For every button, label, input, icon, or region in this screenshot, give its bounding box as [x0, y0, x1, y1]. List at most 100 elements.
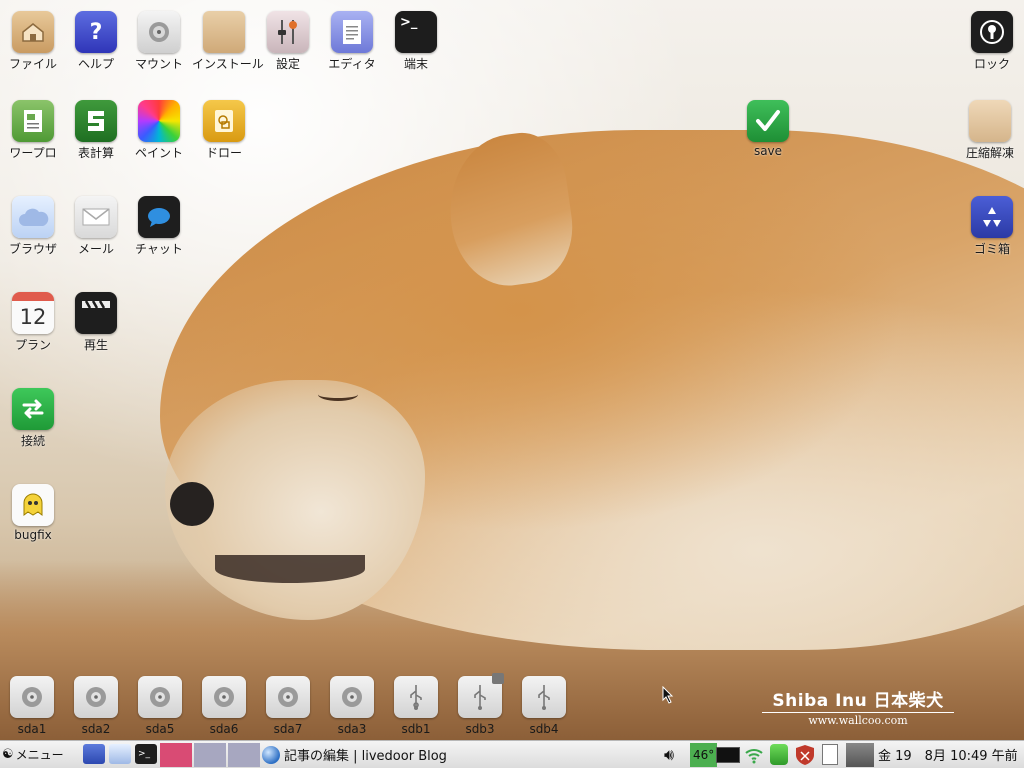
wallpaper-dog-mouth: [215, 555, 365, 583]
hard-drive-icon: [10, 676, 54, 718]
drive-label: sdb3: [465, 722, 495, 736]
desktop-icon-terminal[interactable]: >_ 端末: [384, 11, 448, 72]
ghost-icon: [12, 484, 54, 526]
cloud-browser-icon: [12, 196, 54, 238]
icon-label: インストール: [192, 57, 264, 71]
desktop-icon-lock[interactable]: ロック: [960, 11, 1024, 72]
drive-sda2[interactable]: sda2: [68, 676, 124, 736]
drive-sdb3[interactable]: sdb3: [452, 673, 508, 736]
drive-label: sda5: [145, 722, 175, 736]
hard-drive-icon: [330, 676, 374, 718]
recycle-bin-icon: [971, 196, 1013, 238]
desktop-icon-bugfix[interactable]: bugfix: [1, 484, 65, 542]
hard-drive-icon: [74, 676, 118, 718]
wallpaper-logo-title: Shiba Inu 日本柴犬: [772, 691, 944, 711]
settings-icon: [267, 11, 309, 53]
cpu-graph-icon: [846, 743, 874, 767]
desktop-icon-browser[interactable]: ブラウザ: [1, 196, 65, 257]
paint-icon: [138, 100, 180, 142]
wallpaper-logo-url: www.wallcoo.com: [762, 712, 954, 727]
drive-icon: [138, 11, 180, 53]
clipboard-icon[interactable]: [822, 744, 838, 765]
terminal-launcher-icon[interactable]: >_: [135, 744, 157, 764]
spreadsheet-icon: [75, 100, 117, 142]
drive-label: sda6: [209, 722, 239, 736]
desktop-icon-spreadsheet[interactable]: 表計算: [64, 100, 128, 161]
drive-sda3[interactable]: sda3: [324, 676, 380, 736]
lock-icon: [971, 11, 1013, 53]
browser-launcher-icon[interactable]: [109, 744, 131, 764]
drive-sdb1[interactable]: sdb1: [388, 676, 444, 736]
taskbar: ☯ メニュー >_ 記事の編集 | livedoor Blog 🔊︎ 46° 金…: [0, 740, 1024, 768]
archive-icon: [969, 100, 1011, 142]
drive-label: sdb4: [529, 722, 559, 736]
desktop-icon-mount[interactable]: マウント: [127, 11, 191, 72]
icon-label: ヘルプ: [77, 57, 114, 71]
drive-status-icon[interactable]: [770, 744, 788, 765]
drive-sdb4[interactable]: sdb4: [516, 676, 572, 736]
chat-icon: [138, 196, 180, 238]
usb-drive-icon: [522, 676, 566, 718]
icon-label: ゴミ箱: [973, 242, 1010, 256]
drive-sda5[interactable]: sda5: [132, 676, 188, 736]
desktop-icon-player[interactable]: 再生: [64, 292, 128, 353]
mail-icon: [75, 196, 117, 238]
icon-label: ロック: [973, 57, 1010, 71]
hard-drive-icon: [138, 676, 182, 718]
desktop-icon-connect[interactable]: 接続: [1, 388, 65, 449]
desktop-icon-wordprocessor[interactable]: ワープロ: [1, 100, 65, 161]
desktop-icon-mail[interactable]: メール: [64, 196, 128, 257]
icon-label: ブラウザ: [8, 242, 57, 256]
desktop-icon-install[interactable]: インストール: [192, 11, 264, 72]
icon-label: 再生: [83, 338, 108, 352]
word-processor-icon: [12, 100, 54, 142]
video-player-icon: [75, 292, 117, 334]
clock[interactable]: 金 19 8月 10:49 午前: [878, 741, 1018, 768]
desktop-icon-chat[interactable]: チャット: [127, 196, 191, 257]
volume-icon[interactable]: 🔊︎: [664, 741, 674, 768]
taskbar-window-button[interactable]: 記事の編集 | livedoor Blog: [262, 741, 532, 768]
show-desktop-icon[interactable]: [83, 744, 105, 764]
icon-label: save: [753, 144, 783, 158]
start-menu-icon: ☯: [2, 747, 14, 762]
drive-sda7[interactable]: sda7: [260, 676, 316, 736]
cpu-temperature: 46°: [690, 743, 718, 767]
start-menu-button[interactable]: ☯ メニュー: [2, 741, 64, 768]
package-icon: [203, 11, 245, 53]
desktop-icon-settings[interactable]: 設定: [256, 11, 320, 72]
desktop-icon-draw[interactable]: ドロー: [192, 100, 256, 161]
workspace-1[interactable]: [160, 743, 192, 767]
icon-label: エディタ: [328, 57, 376, 71]
workspace-3[interactable]: [228, 743, 260, 767]
icon-label: チャット: [135, 242, 183, 256]
start-menu-label: メニュー: [15, 748, 64, 762]
desktop-icon-archive[interactable]: 圧縮解凍: [958, 100, 1022, 161]
icon-label: bugfix: [14, 528, 52, 542]
icon-label: プラン: [14, 338, 51, 352]
icon-label: ペイント: [134, 146, 183, 160]
usb-drive-icon: [394, 676, 438, 718]
desktop-icon-trash[interactable]: ゴミ箱: [960, 196, 1024, 257]
icon-label: メール: [77, 242, 114, 256]
icon-label: ワープロ: [9, 146, 57, 160]
drive-label: sda3: [337, 722, 367, 736]
drive-sda6[interactable]: sda6: [196, 676, 252, 736]
drive-label: sdb1: [401, 722, 431, 736]
terminal-icon: >_: [395, 11, 437, 53]
desktop-icon-help[interactable]: ? ヘルプ: [64, 11, 128, 72]
desktop-icon-editor[interactable]: エディタ: [320, 11, 384, 72]
desktop-icon-save[interactable]: save: [736, 100, 800, 158]
wifi-icon[interactable]: [744, 741, 764, 768]
drive-sda1[interactable]: sda1: [4, 676, 60, 736]
desktop-icon-plan[interactable]: 12 プラン: [1, 292, 65, 353]
desktop-icon-paint[interactable]: ペイント: [127, 100, 191, 161]
wallpaper-dog-eye: [318, 388, 358, 401]
workspace-2[interactable]: [194, 743, 226, 767]
icon-label: ドロー: [205, 146, 242, 160]
drive-label: sda2: [81, 722, 111, 736]
firewall-shield-icon[interactable]: [795, 741, 815, 768]
desktop-icon-files[interactable]: ファイル: [1, 11, 65, 72]
icon-label: 表計算: [77, 146, 114, 160]
icon-label: 端末: [403, 57, 428, 71]
calendar-icon: 12: [12, 292, 54, 334]
